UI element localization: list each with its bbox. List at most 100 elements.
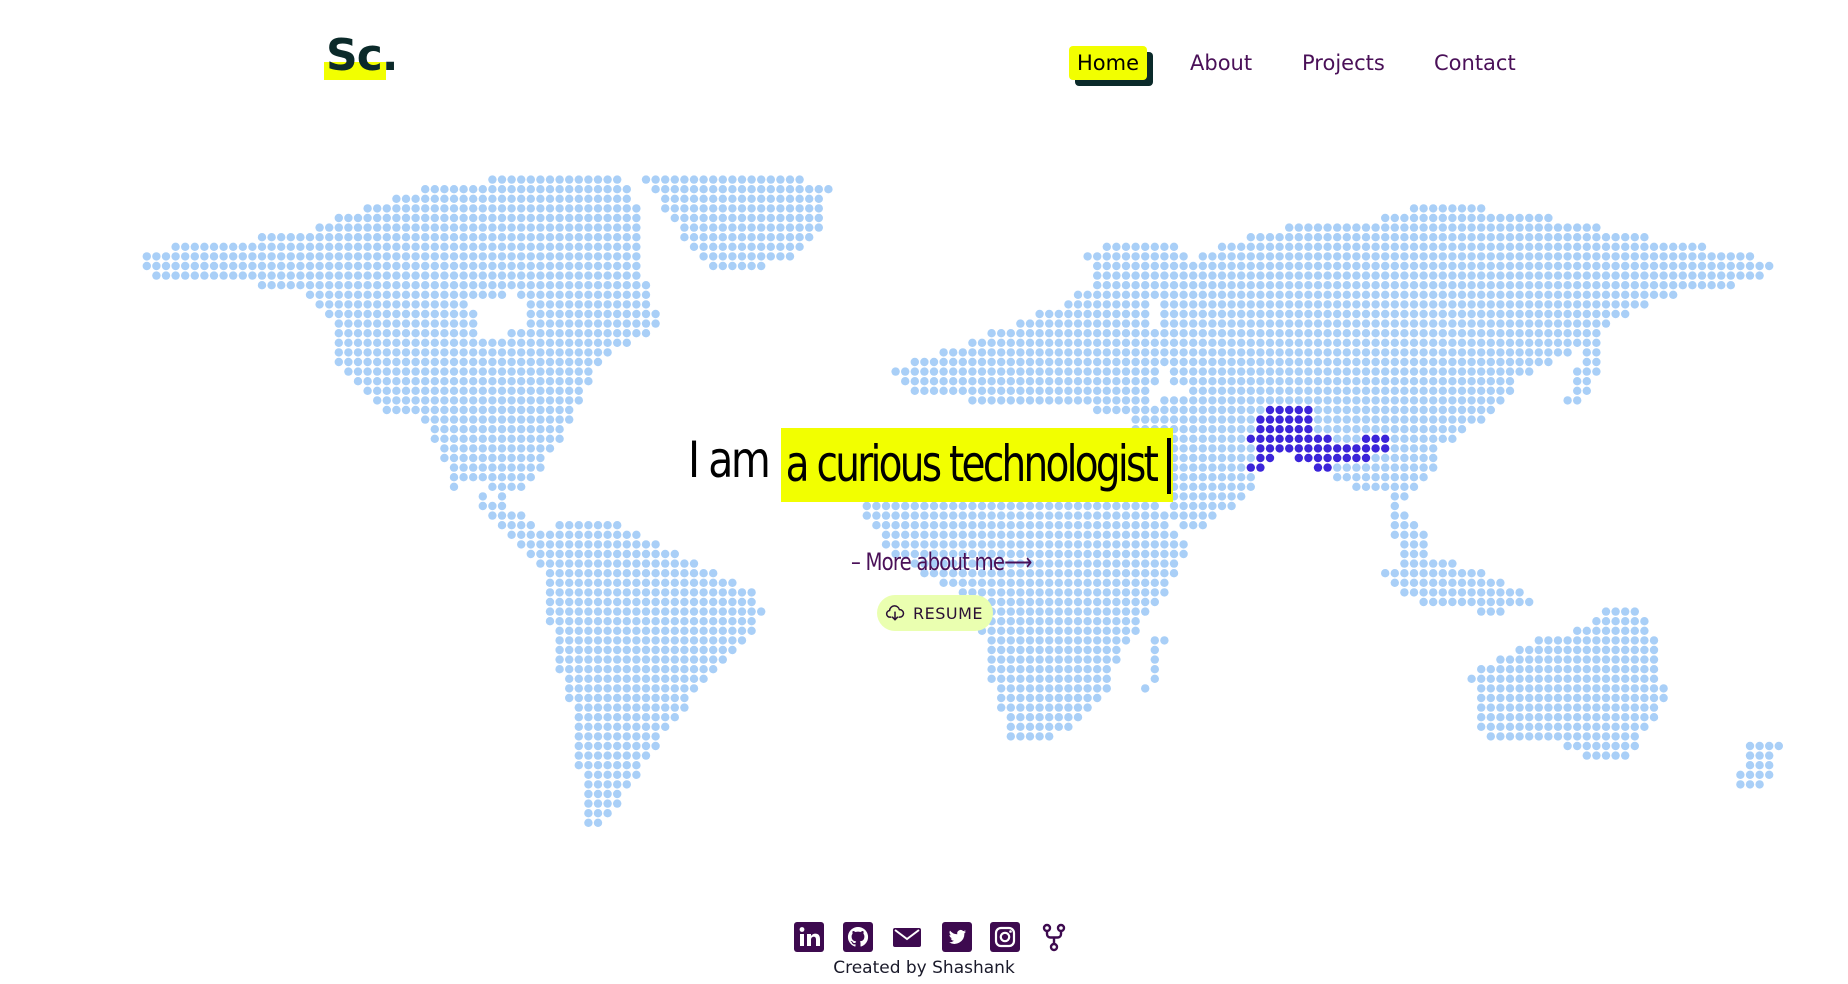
map-dot	[209, 261, 219, 271]
resume-button[interactable]: RESUME	[877, 595, 994, 631]
map-dot	[1294, 338, 1304, 347]
more-about-link[interactable]: – More about me⟶	[851, 548, 1032, 576]
map-dot	[238, 261, 247, 271]
map-dot	[449, 271, 459, 280]
map-dot	[1371, 357, 1380, 367]
map-dot	[1649, 684, 1659, 693]
map-dot	[1093, 377, 1102, 386]
map-dot	[555, 252, 564, 261]
map-dot	[1611, 300, 1620, 309]
map-dot	[613, 645, 622, 655]
map-dot	[392, 233, 401, 242]
map-dot	[1073, 540, 1083, 549]
map-dot	[1611, 751, 1620, 760]
map-dot	[1477, 290, 1486, 299]
map-dot	[411, 223, 420, 232]
fork-icon[interactable]	[1039, 922, 1069, 952]
map-dot	[1429, 578, 1438, 587]
logo[interactable]: Sc.	[324, 34, 398, 80]
map-dot	[670, 569, 679, 578]
map-dot	[1333, 348, 1342, 357]
map-dot	[1640, 626, 1649, 635]
map-dot	[1073, 300, 1083, 309]
map-dot	[1313, 396, 1323, 405]
map-dot	[997, 607, 1006, 616]
map-dot	[497, 386, 507, 395]
nav-projects[interactable]: Projects	[1302, 46, 1385, 80]
map-dot	[1323, 271, 1332, 280]
map-dot	[440, 242, 449, 251]
map-dot	[382, 319, 391, 328]
map-dot	[1505, 309, 1515, 319]
map-dot	[1573, 732, 1582, 741]
map-dot	[1525, 732, 1534, 741]
map-dot	[641, 693, 651, 703]
map-dot	[1265, 319, 1275, 328]
map-dot	[1189, 396, 1198, 405]
map-dot	[757, 204, 766, 213]
map-dot	[373, 396, 382, 405]
map-dot	[430, 329, 439, 338]
map-dot	[1419, 242, 1428, 251]
map-dot	[1016, 693, 1025, 703]
map-dot	[1400, 233, 1409, 242]
map-dot	[613, 617, 622, 626]
email-icon[interactable]	[892, 922, 922, 952]
map-dot	[901, 377, 910, 386]
map-dot	[1313, 233, 1323, 242]
map-dot	[363, 290, 372, 299]
map-dot	[363, 233, 372, 242]
map-dot	[1755, 741, 1764, 751]
linkedin-icon[interactable]	[794, 922, 824, 952]
map-dot	[1093, 348, 1102, 357]
map-dot	[1150, 597, 1160, 607]
map-dot	[613, 213, 622, 223]
map-dot	[1054, 626, 1064, 635]
map-dot	[478, 261, 487, 271]
map-dot	[1237, 242, 1246, 251]
map-dot	[545, 540, 555, 549]
nav-about[interactable]: About	[1190, 46, 1252, 80]
map-dot	[1169, 569, 1179, 578]
map-dot	[584, 780, 593, 789]
map-dot	[603, 588, 612, 597]
github-icon[interactable]	[843, 922, 873, 952]
map-dot	[449, 396, 459, 405]
map-dot	[1477, 396, 1486, 405]
map-dot	[1573, 290, 1582, 299]
map-dot	[1285, 367, 1294, 376]
map-dot	[1592, 655, 1601, 664]
map-dot	[1016, 645, 1025, 655]
map-dot	[1093, 569, 1102, 578]
map-dot	[1534, 636, 1544, 645]
map-dot	[766, 252, 775, 261]
map-dot	[1160, 252, 1169, 261]
map-dot	[689, 194, 699, 203]
map-dot	[1131, 530, 1140, 539]
map-dot	[1237, 261, 1246, 271]
map-dot	[430, 319, 439, 328]
map-dot	[632, 684, 641, 693]
twitter-icon[interactable]	[942, 922, 972, 952]
map-dot	[709, 185, 718, 194]
map-dot	[1496, 300, 1505, 309]
map-dot	[526, 319, 535, 328]
map-dot	[987, 396, 996, 405]
map-dot	[632, 626, 641, 635]
nav-contact[interactable]: Contact	[1434, 46, 1516, 80]
instagram-icon[interactable]	[990, 922, 1020, 952]
map-dot	[545, 357, 555, 367]
map-dot	[1102, 530, 1112, 539]
map-dot	[622, 655, 631, 664]
map-dot	[1515, 242, 1524, 251]
map-dot	[1045, 396, 1054, 405]
map-dot	[1640, 684, 1649, 693]
map-dot	[1016, 597, 1025, 607]
map-dot	[584, 281, 593, 290]
map-dot	[613, 185, 622, 194]
map-dot	[1217, 261, 1227, 271]
map-dot	[373, 386, 382, 395]
nav-home[interactable]: Home	[1069, 46, 1148, 80]
map-dot	[1198, 405, 1208, 415]
map-dot	[574, 732, 583, 741]
